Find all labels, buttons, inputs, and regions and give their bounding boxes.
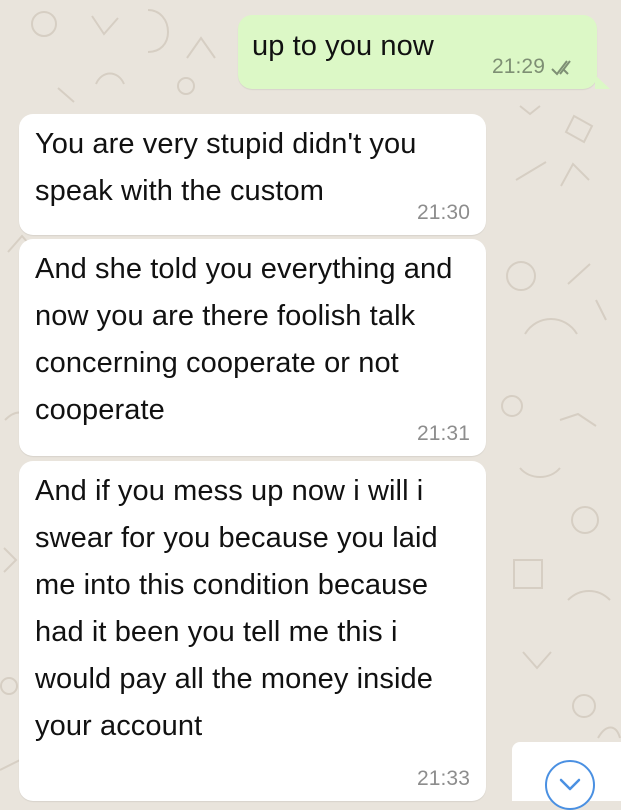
scroll-down-button[interactable] (545, 760, 595, 810)
message-meta: 21:31 (417, 422, 470, 446)
message-text: And if you mess up now i will i swear fo… (35, 475, 438, 742)
message-meta: 21:33 (417, 767, 470, 791)
message-meta: 21:30 (417, 201, 470, 225)
message-time: 21:31 (416, 422, 470, 445)
message-bubble-incoming[interactable]: And she told you everything and now you … (19, 239, 486, 456)
message-bubble-outgoing[interactable]: up to you now 21:29 (238, 15, 610, 89)
double-check-icon (550, 59, 577, 76)
message-text: And she told you everything and now you … (35, 253, 453, 426)
message-bubble-incoming[interactable]: You are very stupid didn't you speak wit… (19, 114, 486, 235)
message-text: You are very stupid didn't you speak wit… (35, 128, 417, 207)
message-time: 21:29 (491, 55, 545, 78)
message-bubble-incoming[interactable]: And if you mess up now i will i swear fo… (19, 461, 486, 801)
message-meta: 21:29 (492, 55, 577, 79)
chat-thread: up to you now 21:29 You are very stupid … (0, 0, 621, 801)
message-time: 21:33 (416, 767, 470, 790)
message-time: 21:30 (416, 201, 470, 224)
